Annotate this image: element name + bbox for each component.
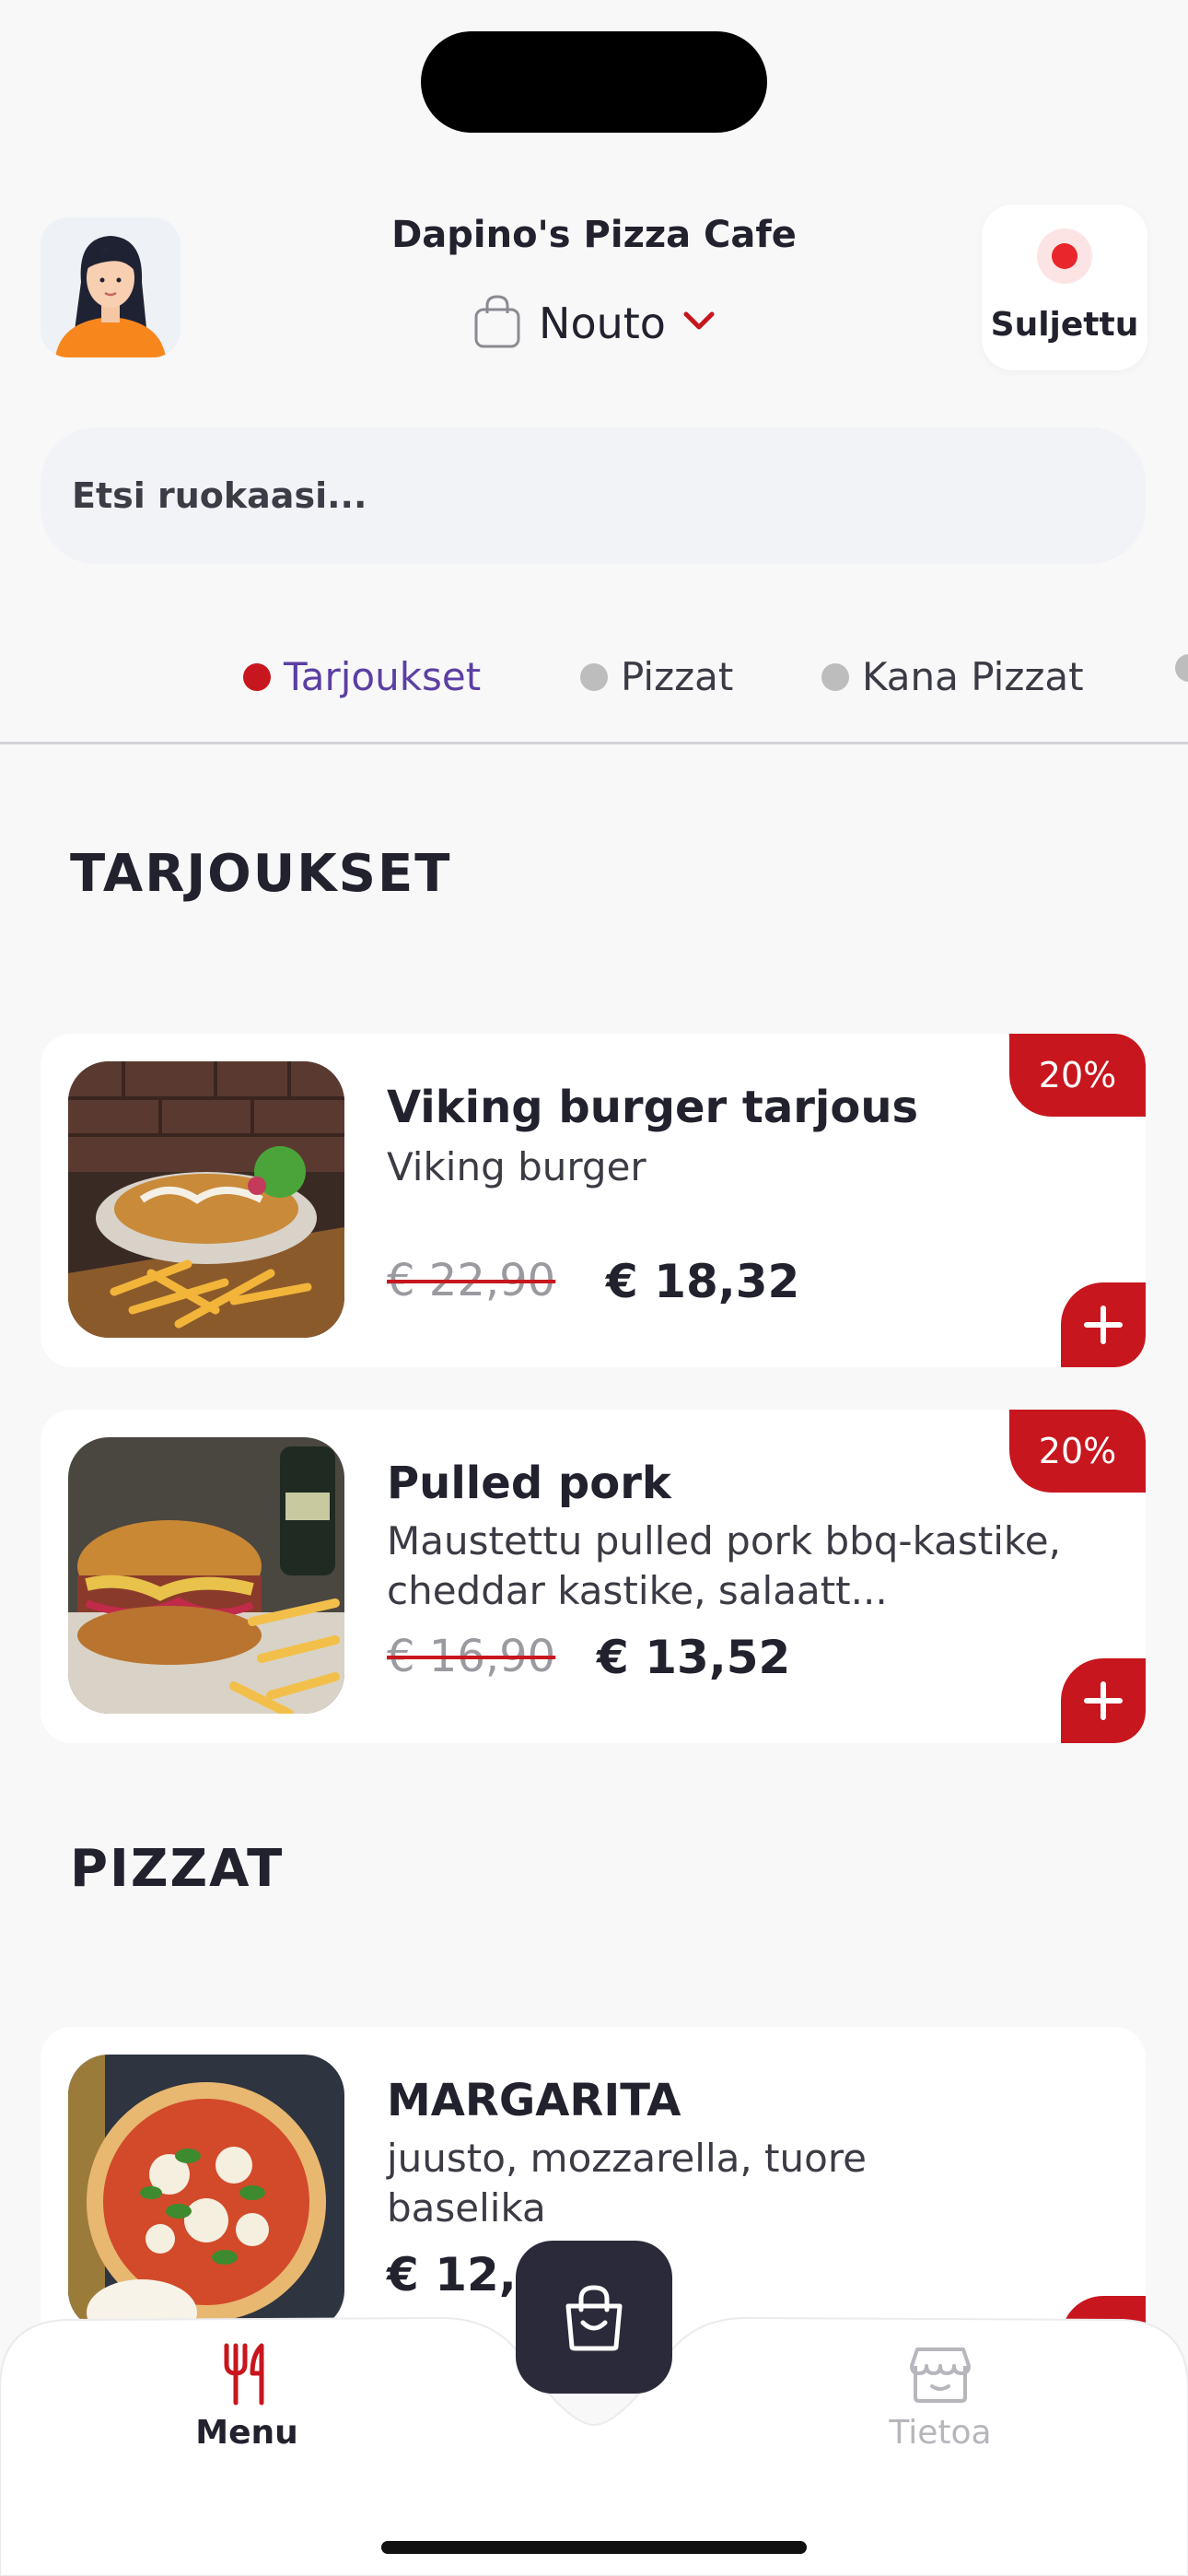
food-image bbox=[68, 2055, 344, 2331]
old-price: € 22,90 bbox=[387, 1255, 556, 1306]
new-price: € 18,32 bbox=[606, 1255, 800, 1308]
item-title: Pulled pork bbox=[387, 1458, 671, 1509]
tab-dot bbox=[821, 662, 849, 691]
search-input[interactable]: Etsi ruokaasi... bbox=[41, 427, 1146, 564]
home-indicator bbox=[381, 2541, 807, 2554]
item-description: juusto, mozzarella, tuore baselika bbox=[387, 2136, 868, 2231]
tab-dot bbox=[243, 662, 271, 691]
status-indicator bbox=[1037, 228, 1092, 284]
discount-badge: 20% bbox=[1009, 1034, 1146, 1117]
old-price: € 16,90 bbox=[387, 1631, 556, 1682]
tab-more[interactable] bbox=[1175, 654, 1188, 682]
cart-button[interactable] bbox=[516, 2241, 672, 2394]
tab-kana-pizzat[interactable]: Kana Pizzat bbox=[821, 654, 1084, 699]
add-to-cart-button[interactable] bbox=[1061, 1658, 1146, 1743]
tab-pizzat[interactable]: Pizzat bbox=[580, 654, 733, 699]
menu-item-card[interactable]: Viking burger tarjous Viking burger € 22… bbox=[41, 1034, 1146, 1367]
discount-badge: 20% bbox=[1009, 1410, 1146, 1493]
chevron-down-icon bbox=[682, 310, 716, 336]
store-status-badge[interactable]: Suljettu bbox=[982, 205, 1147, 370]
tab-dot bbox=[580, 662, 608, 691]
order-mode-selector[interactable]: Nouto bbox=[304, 293, 884, 354]
store-icon bbox=[910, 2348, 971, 2403]
shopping-bag-icon bbox=[472, 293, 522, 354]
fork-knife-icon bbox=[224, 2343, 264, 2406]
tab-label: Pizzat bbox=[621, 654, 734, 699]
tab-label: Tarjoukset bbox=[284, 654, 482, 699]
status-label: Suljettu bbox=[990, 306, 1139, 344]
item-title: Viking burger tarjous bbox=[387, 1082, 919, 1133]
shopping-bag-icon bbox=[565, 2285, 623, 2351]
item-description: Viking burger bbox=[387, 1144, 646, 1189]
item-description: Maustettu pulled pork bbq-kastike, chedd… bbox=[387, 1518, 1061, 1613]
category-tabs: Tarjoukset Pizzat Kana Pizzat bbox=[0, 645, 1188, 744]
info-tab-button[interactable] bbox=[908, 2344, 973, 2405]
tab-dot bbox=[1175, 654, 1188, 682]
item-title: MARGARITA bbox=[387, 2075, 681, 2126]
store-name: Dapino's Pizza Cafe bbox=[391, 214, 797, 256]
menu-tab-label[interactable]: Menu bbox=[184, 2414, 309, 2452]
plus-icon bbox=[1084, 1681, 1123, 1720]
info-tab-label[interactable]: Tietoa bbox=[871, 2414, 1009, 2452]
food-image bbox=[68, 1061, 344, 1338]
menu-tab-button[interactable] bbox=[219, 2342, 274, 2406]
new-price: € 13,52 bbox=[597, 1631, 791, 1684]
order-mode-label: Nouto bbox=[539, 299, 666, 348]
add-to-cart-button[interactable] bbox=[1061, 1282, 1146, 1367]
section-title-offers: TARJOUKSET bbox=[70, 844, 452, 904]
dynamic-island bbox=[421, 31, 767, 133]
section-title-pizzas: PIZZAT bbox=[70, 1839, 285, 1899]
menu-item-card[interactable]: Pulled pork Maustettu pulled pork bbq-ka… bbox=[41, 1410, 1146, 1743]
food-image bbox=[68, 1437, 344, 1714]
tab-tarjoukset[interactable]: Tarjoukset bbox=[243, 654, 481, 699]
profile-avatar[interactable] bbox=[41, 217, 181, 357]
tab-label: Kana Pizzat bbox=[862, 654, 1084, 699]
plus-icon bbox=[1084, 1306, 1123, 1344]
